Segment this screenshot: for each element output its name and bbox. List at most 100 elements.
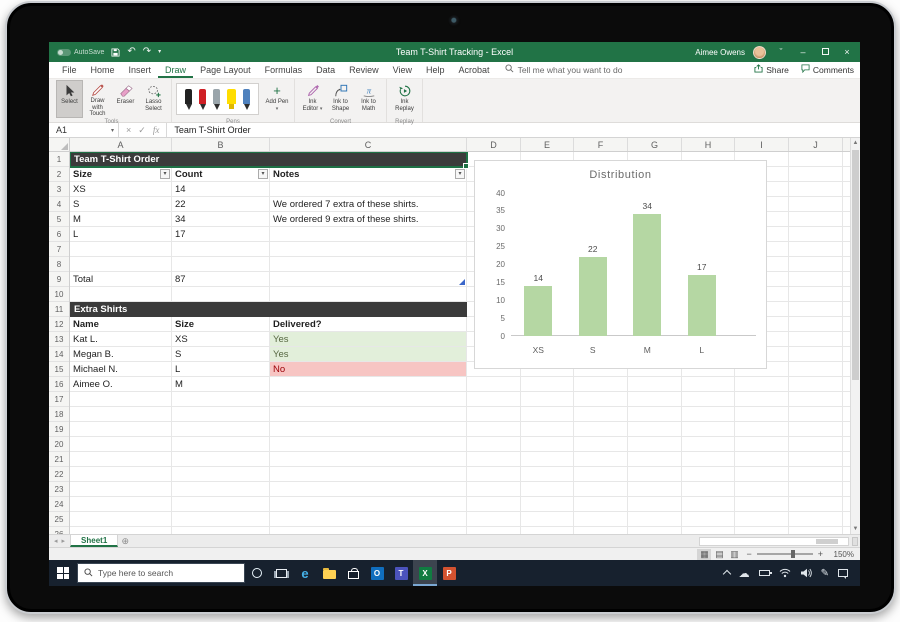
cell-A24[interactable] [70, 497, 172, 512]
page-layout-view-icon[interactable]: ▤ [712, 549, 726, 560]
row-header-26[interactable]: 26 [49, 527, 69, 534]
qat-customize-caret-icon[interactable]: ▾ [158, 47, 161, 57]
undo-icon[interactable]: ↶ [127, 47, 135, 57]
tell-me-box[interactable]: Tell me what you want to do [505, 64, 623, 78]
cell-I21[interactable] [735, 452, 789, 467]
cell-F22[interactable] [574, 467, 628, 482]
red-pen[interactable] [199, 89, 206, 110]
cell-G25[interactable] [628, 512, 682, 527]
split-handle[interactable] [852, 537, 858, 546]
zoom-level[interactable]: 150% [828, 550, 854, 559]
banner-extra-shirts[interactable]: Extra Shirts [70, 302, 467, 317]
ink-replay-button[interactable]: Ink Replay [391, 80, 418, 118]
cell-B8[interactable] [172, 257, 270, 272]
scroll-down-icon[interactable]: ▼ [851, 524, 860, 534]
ribbon-tab-draw[interactable]: Draw [158, 63, 193, 78]
ribbon-display-options-icon[interactable]: ˇ [774, 47, 788, 57]
row-header-15[interactable]: 15 [49, 362, 69, 377]
cell-H19[interactable] [682, 422, 735, 437]
ribbon-tab-formulas[interactable]: Formulas [258, 63, 310, 78]
cell-A26[interactable] [70, 527, 172, 534]
ribbon-tab-home[interactable]: Home [84, 63, 122, 78]
horizontal-scrollbar[interactable] [699, 537, 849, 546]
row-header-7[interactable]: 7 [49, 242, 69, 257]
cell-G17[interactable] [628, 392, 682, 407]
cell-H18[interactable] [682, 407, 735, 422]
galaxy-pen[interactable] [243, 89, 250, 110]
banner-team-t-shirt-order[interactable]: Team T-Shirt Order [70, 152, 467, 167]
column-header-C[interactable]: C [270, 138, 467, 151]
start-button[interactable] [49, 560, 77, 586]
column-header-B[interactable]: B [172, 138, 270, 151]
cell-B5[interactable]: 34 [172, 212, 270, 227]
cell-B17[interactable] [172, 392, 270, 407]
file-explorer-taskbar-icon[interactable] [317, 560, 341, 586]
share-button[interactable]: Share [754, 64, 789, 75]
cell-C5[interactable]: We ordered 9 extra of these shirts. [270, 212, 467, 227]
cell-C7[interactable] [270, 242, 467, 257]
cell-C16[interactable] [270, 377, 467, 392]
cell-F24[interactable] [574, 497, 628, 512]
column-header-G[interactable]: G [628, 138, 682, 151]
cell-I23[interactable] [735, 482, 789, 497]
row-header-2[interactable]: 2 [49, 167, 69, 182]
cell-A19[interactable] [70, 422, 172, 437]
cell-C15[interactable]: No [270, 362, 467, 377]
zoom-in-icon[interactable]: + [818, 549, 823, 559]
row-header-8[interactable]: 8 [49, 257, 69, 272]
cell-I20[interactable] [735, 437, 789, 452]
cell-B21[interactable] [172, 452, 270, 467]
row-header-22[interactable]: 22 [49, 467, 69, 482]
cell-A13[interactable]: Kat L. [70, 332, 172, 347]
cell-D16[interactable] [467, 377, 521, 392]
cell-J23[interactable] [789, 482, 843, 497]
cell-B15[interactable]: L [172, 362, 270, 377]
scroll-up-icon[interactable]: ▲ [851, 138, 860, 148]
cell-C23[interactable] [270, 482, 467, 497]
cell-C2[interactable]: Notes▾ [270, 167, 467, 182]
cell-C24[interactable] [270, 497, 467, 512]
filter-dropdown-icon[interactable]: ▾ [160, 169, 170, 179]
onedrive-icon[interactable]: ☁ [739, 567, 750, 580]
yellow-highlighter[interactable] [227, 89, 236, 109]
cell-B18[interactable] [172, 407, 270, 422]
cell-D19[interactable] [467, 422, 521, 437]
column-header-D[interactable]: D [467, 138, 521, 151]
cell-G19[interactable] [628, 422, 682, 437]
row-header-13[interactable]: 13 [49, 332, 69, 347]
cell-J20[interactable] [789, 437, 843, 452]
cell-J5[interactable] [789, 212, 843, 227]
cell-F26[interactable] [574, 527, 628, 534]
cell-B20[interactable] [172, 437, 270, 452]
cell-A4[interactable]: S [70, 197, 172, 212]
comments-button[interactable]: Comments [801, 64, 854, 75]
cell-A9[interactable]: Total [70, 272, 172, 287]
cell-J7[interactable] [789, 242, 843, 257]
zoom-slider[interactable] [757, 553, 813, 555]
cell-E24[interactable] [521, 497, 574, 512]
column-header-H[interactable]: H [682, 138, 735, 151]
cell-G23[interactable] [628, 482, 682, 497]
cell-B3[interactable]: 14 [172, 182, 270, 197]
cell-F18[interactable] [574, 407, 628, 422]
ink-to-math-button[interactable]: πInk to Math [355, 80, 382, 118]
pen-icon[interactable]: ✎ [821, 568, 829, 579]
cell-E19[interactable] [521, 422, 574, 437]
cell-C20[interactable] [270, 437, 467, 452]
cell-I18[interactable] [735, 407, 789, 422]
ribbon-tab-insert[interactable]: Insert [122, 63, 159, 78]
filter-dropdown-icon[interactable]: ▾ [455, 169, 465, 179]
edge-taskbar-icon[interactable]: e [293, 560, 317, 586]
cell-C25[interactable] [270, 512, 467, 527]
cell-G18[interactable] [628, 407, 682, 422]
cell-B10[interactable] [172, 287, 270, 302]
row-header-19[interactable]: 19 [49, 422, 69, 437]
filter-dropdown-icon[interactable]: ▾ [258, 169, 268, 179]
ribbon-tab-file[interactable]: File [55, 63, 84, 78]
cell-H22[interactable] [682, 467, 735, 482]
excel-taskbar-icon[interactable]: X [413, 560, 437, 586]
cell-H16[interactable] [682, 377, 735, 392]
minimize-icon[interactable]: – [796, 47, 810, 57]
cell-F25[interactable] [574, 512, 628, 527]
cell-J17[interactable] [789, 392, 843, 407]
